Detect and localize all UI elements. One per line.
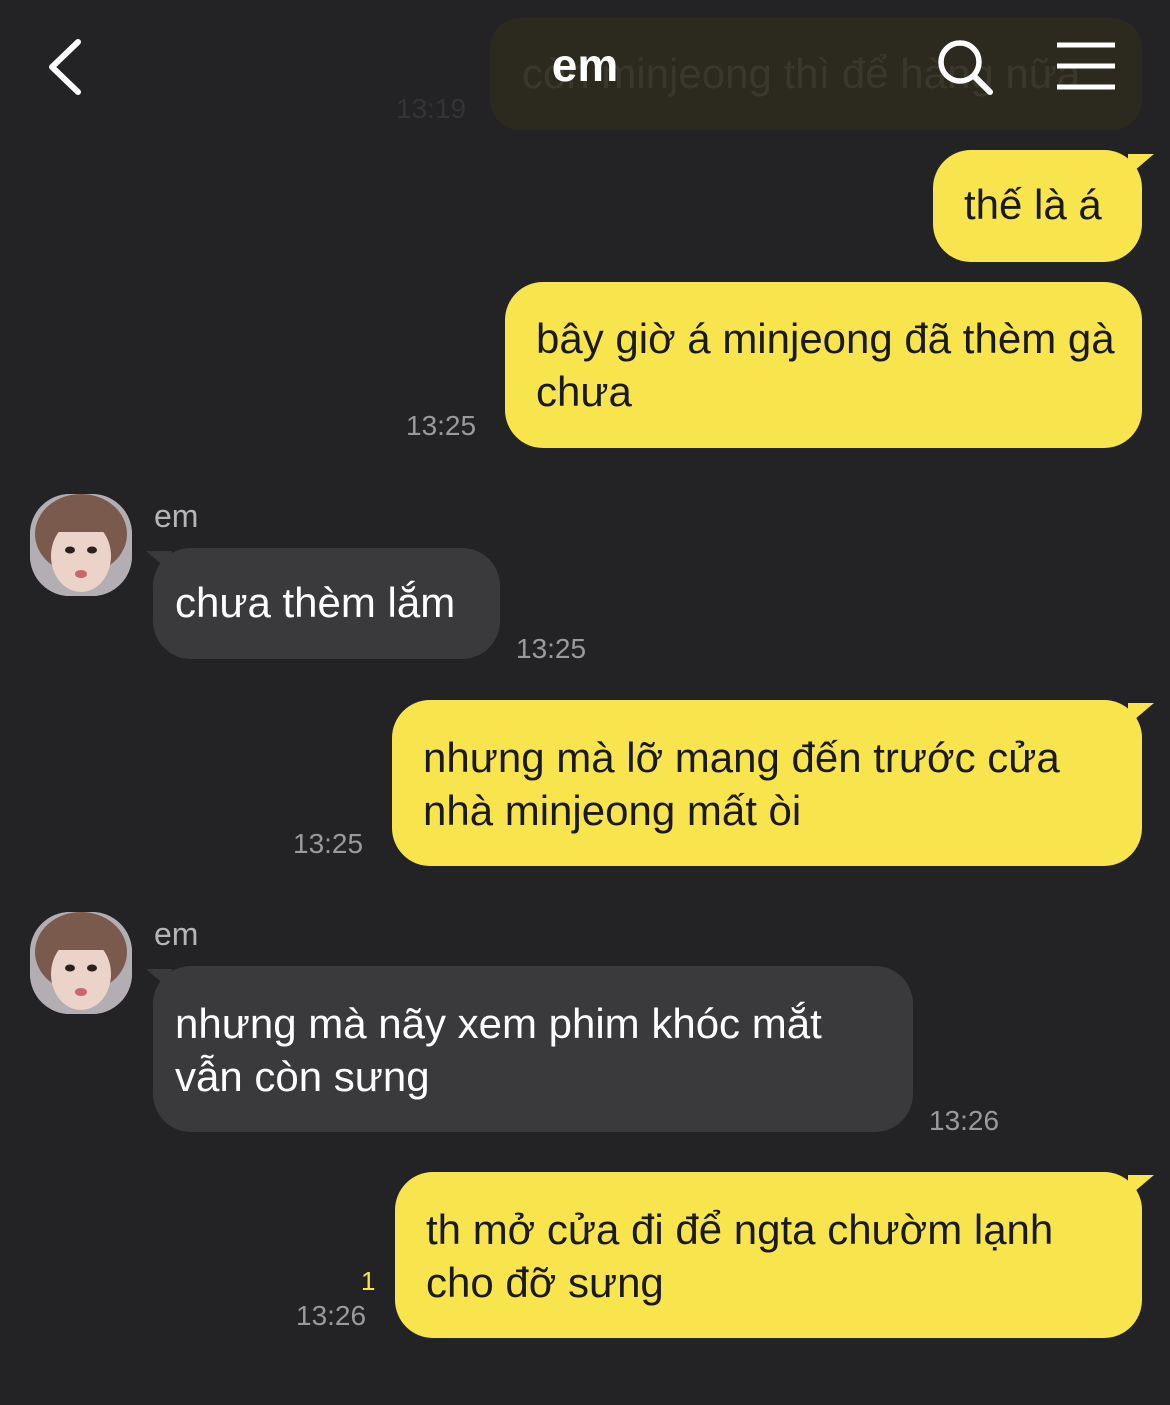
search-icon <box>938 40 993 95</box>
outgoing-message-bubble[interactable]: nhưng mà lỡ mang đến trước cửa nhà minje… <box>392 700 1142 866</box>
hamburger-menu-icon <box>1057 42 1115 90</box>
sender-name: em <box>154 916 199 952</box>
message-text: nhưng mà nãy xem phim khóc mắt vẫn còn s… <box>175 1000 822 1100</box>
avatar-photo <box>30 912 132 1014</box>
message-text: th mở cửa đi để ngta chườm lạnh cho đỡ s… <box>426 1206 1054 1306</box>
message-text: chưa thèm lắm <box>175 579 456 626</box>
message-time: 13:25 <box>293 828 364 859</box>
outgoing-message-bubble[interactable]: th mở cửa đi để ngta chườm lạnh cho đỡ s… <box>395 1172 1142 1338</box>
incoming-message-bubble[interactable]: nhưng mà nãy xem phim khóc mắt vẫn còn s… <box>153 966 913 1132</box>
search-button[interactable] <box>934 36 996 98</box>
outgoing-message-bubble[interactable]: thế là á <box>933 150 1142 262</box>
avatar-photo <box>30 494 132 596</box>
menu-button[interactable] <box>1055 40 1117 92</box>
message-time: 13:26 <box>296 1300 367 1331</box>
incoming-message-bubble[interactable]: chưa thèm lắm <box>153 548 500 659</box>
sender-name: em <box>154 498 199 534</box>
message-time: 13:25 <box>516 633 587 664</box>
message-time: 13:25 <box>406 410 477 441</box>
avatar[interactable] <box>30 912 132 1014</box>
unread-count: 1 <box>361 1266 376 1296</box>
outgoing-message-bubble[interactable]: bây giờ á minjeong đã thèm gà chưa <box>505 282 1142 448</box>
previous-message-time: 13:19 <box>396 93 467 124</box>
message-time: 13:26 <box>929 1105 1000 1136</box>
message-text: nhưng mà lỡ mang đến trước cửa nhà minje… <box>423 734 1060 834</box>
message-text: bây giờ á minjeong đã thèm gà chưa <box>536 315 1115 415</box>
message-text: thế là á <box>964 181 1102 228</box>
bubble-tail <box>1128 154 1154 176</box>
avatar[interactable] <box>30 494 132 596</box>
